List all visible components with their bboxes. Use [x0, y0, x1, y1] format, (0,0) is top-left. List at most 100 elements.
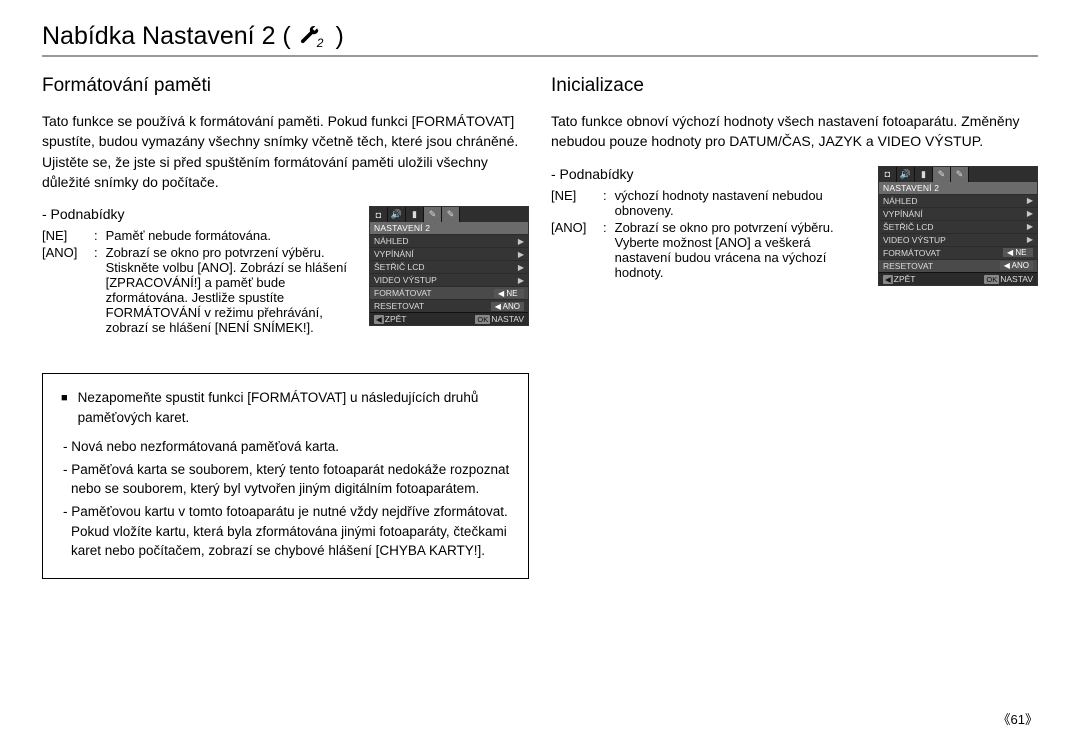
menu-row: VYPÍNÁNÍ ▶	[879, 207, 1037, 220]
title-text-suffix: )	[335, 22, 343, 51]
menu-row-label: NÁHLED	[374, 236, 408, 246]
tab-settings2-icon: ✎	[951, 167, 969, 182]
tab-settings1-icon: ✎	[424, 207, 442, 222]
footer-ok: OKNASTAV	[475, 314, 524, 324]
note-lead-text: Nezapomeňte spustit funkci [FORMÁTOVAT] …	[78, 388, 510, 427]
menu-footer: ◀ZPĚT OKNASTAV	[370, 312, 528, 325]
menu-row: VIDEO VÝSTUP ▶	[879, 233, 1037, 246]
menu-row: NÁHLED ▶	[370, 234, 528, 247]
square-bullet-icon: ■	[61, 391, 68, 427]
note-item: - Nová nebo nezformátovaná paměťová kart…	[61, 437, 510, 457]
menu-footer: ◀ZPĚT OKNASTAV	[879, 272, 1037, 285]
option-row: [ANO] : Zobrazí se okno pro potvrzení vý…	[551, 220, 864, 280]
tab-settings1-icon: ✎	[933, 167, 951, 182]
menu-title: NASTAVENÍ 2	[370, 222, 528, 234]
tab-sound-icon: 🔊	[897, 167, 915, 182]
camera-menu-screenshot: ◘ 🔊 ▮ ✎ ✎ NASTAVENÍ 2 NÁHLED▶VYPÍNÁNÍ▶ŠE…	[878, 166, 1038, 286]
intro-paragraph: Tato funkce se používá k formátování pam…	[42, 111, 529, 192]
option-sep: :	[94, 245, 98, 260]
menu-row: RESETOVAT◀ ANO	[879, 259, 1037, 272]
options-and-screenshot: - Podnabídky [NE] : Paměť nebude formáto…	[42, 206, 529, 337]
option-sep: :	[94, 228, 98, 243]
option-sep: :	[603, 220, 607, 235]
option-desc: Zobrazí se okno pro potvrzení výběru. St…	[106, 245, 355, 335]
menu-row-label: VIDEO VÝSTUP	[374, 275, 437, 285]
icon-subscript: 2	[317, 36, 324, 50]
section-heading: Formátování paměti	[42, 75, 529, 97]
option-row: [NE] : výchozí hodnoty nastavení nebudou…	[551, 188, 864, 218]
option-list: [NE] : výchozí hodnoty nastavení nebudou…	[551, 188, 864, 280]
left-column: Formátování paměti Tato funkce se použív…	[42, 75, 529, 701]
right-column: Inicializace Tato funkce obnoví výchozí …	[551, 75, 1038, 701]
menu-row: VIDEO VÝSTUP ▶	[370, 273, 528, 286]
option-sep: :	[603, 188, 607, 203]
menu-row-label: VIDEO VÝSTUP	[883, 235, 946, 245]
menu-row-label: VYPÍNÁNÍ	[374, 249, 414, 259]
note-item: - Paměťová karta se souborem, který tent…	[61, 460, 510, 499]
tab-display-icon: ▮	[915, 167, 933, 182]
tab-camera-icon: ◘	[370, 207, 388, 222]
chevron-right-icon: ▶	[518, 263, 524, 272]
chevron-right-icon: ▶	[518, 276, 524, 285]
note-box: ■ Nezapomeňte spustit funkci [FORMÁTOVAT…	[42, 373, 529, 579]
option-list: [NE] : Paměť nebude formátována. [ANO] :…	[42, 228, 355, 335]
menu-row-label: ŠETŘIČ LCD	[883, 222, 934, 232]
options-and-screenshot: - Podnabídky [NE] : výchozí hodnoty nast…	[551, 166, 1038, 286]
option-desc: Zobrazí se okno pro potvrzení výběru. Vy…	[615, 220, 864, 280]
footer-ok: OKNASTAV	[984, 274, 1033, 284]
option-desc: Paměť nebude formátována.	[106, 228, 355, 243]
menu-tab-bar: ◘ 🔊 ▮ ✎ ✎	[879, 167, 1037, 182]
menu-row: NÁHLED ▶	[879, 194, 1037, 207]
note-lead: ■ Nezapomeňte spustit funkci [FORMÁTOVAT…	[61, 388, 510, 427]
option-desc: výchozí hodnoty nastavení nebudou obnove…	[615, 188, 864, 218]
chevron-right-icon: ▶	[1027, 222, 1033, 231]
menu-title: NASTAVENÍ 2	[879, 182, 1037, 194]
section-heading: Inicializace	[551, 75, 1038, 97]
menu-row-label: FORMÁTOVAT	[374, 288, 432, 298]
chevron-right-icon: ▶	[1027, 196, 1033, 205]
menu-row-label: NÁHLED	[883, 196, 917, 206]
menu-row: ŠETŘIČ LCD ▶	[370, 260, 528, 273]
submenu-label: - Podnabídky	[551, 166, 864, 182]
menu-row: VYPÍNÁNÍ ▶	[370, 247, 528, 260]
tab-settings2-icon: ✎	[442, 207, 460, 222]
menu-row-label: RESETOVAT	[374, 301, 424, 311]
menu-row-value: ◀ NE	[494, 289, 524, 298]
menu-row-label: VYPÍNÁNÍ	[883, 209, 923, 219]
menu-row: FORMÁTOVAT◀ NE	[879, 246, 1037, 259]
two-columns: Formátování paměti Tato funkce se použív…	[42, 75, 1038, 701]
intro-paragraph: Tato funkce obnoví výchozí hodnoty všech…	[551, 111, 1038, 152]
menu-row-value: ◀ ANO	[491, 302, 524, 311]
submenu-label: - Podnabídky	[42, 206, 355, 222]
chevron-right-icon: ▶	[1027, 235, 1033, 244]
settings-2-icon: 2	[299, 26, 328, 48]
page-title: Nabídka Nastavení 2 ( 2 )	[42, 22, 1038, 57]
chevron-right-icon: ▶	[1027, 209, 1033, 218]
camera-menu-screenshot: ◘ 🔊 ▮ ✎ ✎ NASTAVENÍ 2 NÁHLED▶VYPÍNÁNÍ▶ŠE…	[369, 206, 529, 326]
menu-tab-bar: ◘ 🔊 ▮ ✎ ✎	[370, 207, 528, 222]
footer-back: ◀ZPĚT	[883, 274, 916, 284]
chevron-right-icon: ▶	[518, 237, 524, 246]
menu-row-label: ŠETŘIČ LCD	[374, 262, 425, 272]
option-key: [ANO]	[551, 220, 595, 235]
option-key: [ANO]	[42, 245, 86, 260]
footer-back: ◀ZPĚT	[374, 314, 407, 324]
menu-row: FORMÁTOVAT ◀ NE	[370, 286, 528, 299]
option-row: [NE] : Paměť nebude formátována.	[42, 228, 355, 243]
tab-camera-icon: ◘	[879, 167, 897, 182]
page-number: 61	[42, 709, 1038, 728]
option-row: [ANO] : Zobrazí se okno pro potvrzení vý…	[42, 245, 355, 335]
options-block: - Podnabídky [NE] : výchozí hodnoty nast…	[551, 166, 864, 282]
menu-row: RESETOVAT ◀ ANO	[370, 299, 528, 312]
title-text-prefix: Nabídka Nastavení 2 (	[42, 22, 291, 51]
option-key: [NE]	[42, 228, 86, 243]
chevron-right-icon: ▶	[518, 250, 524, 259]
tab-display-icon: ▮	[406, 207, 424, 222]
menu-row: ŠETŘIČ LCD ▶	[879, 220, 1037, 233]
options-block: - Podnabídky [NE] : Paměť nebude formáto…	[42, 206, 355, 337]
menu-row-label: RESETOVAT	[883, 261, 933, 271]
note-item: - Paměťovou kartu v tomto fotoaparátu je…	[61, 502, 510, 561]
menu-row-value: ◀ NE	[1003, 248, 1033, 257]
page: Nabídka Nastavení 2 ( 2 ) Formátování pa…	[0, 0, 1080, 746]
option-key: [NE]	[551, 188, 595, 203]
